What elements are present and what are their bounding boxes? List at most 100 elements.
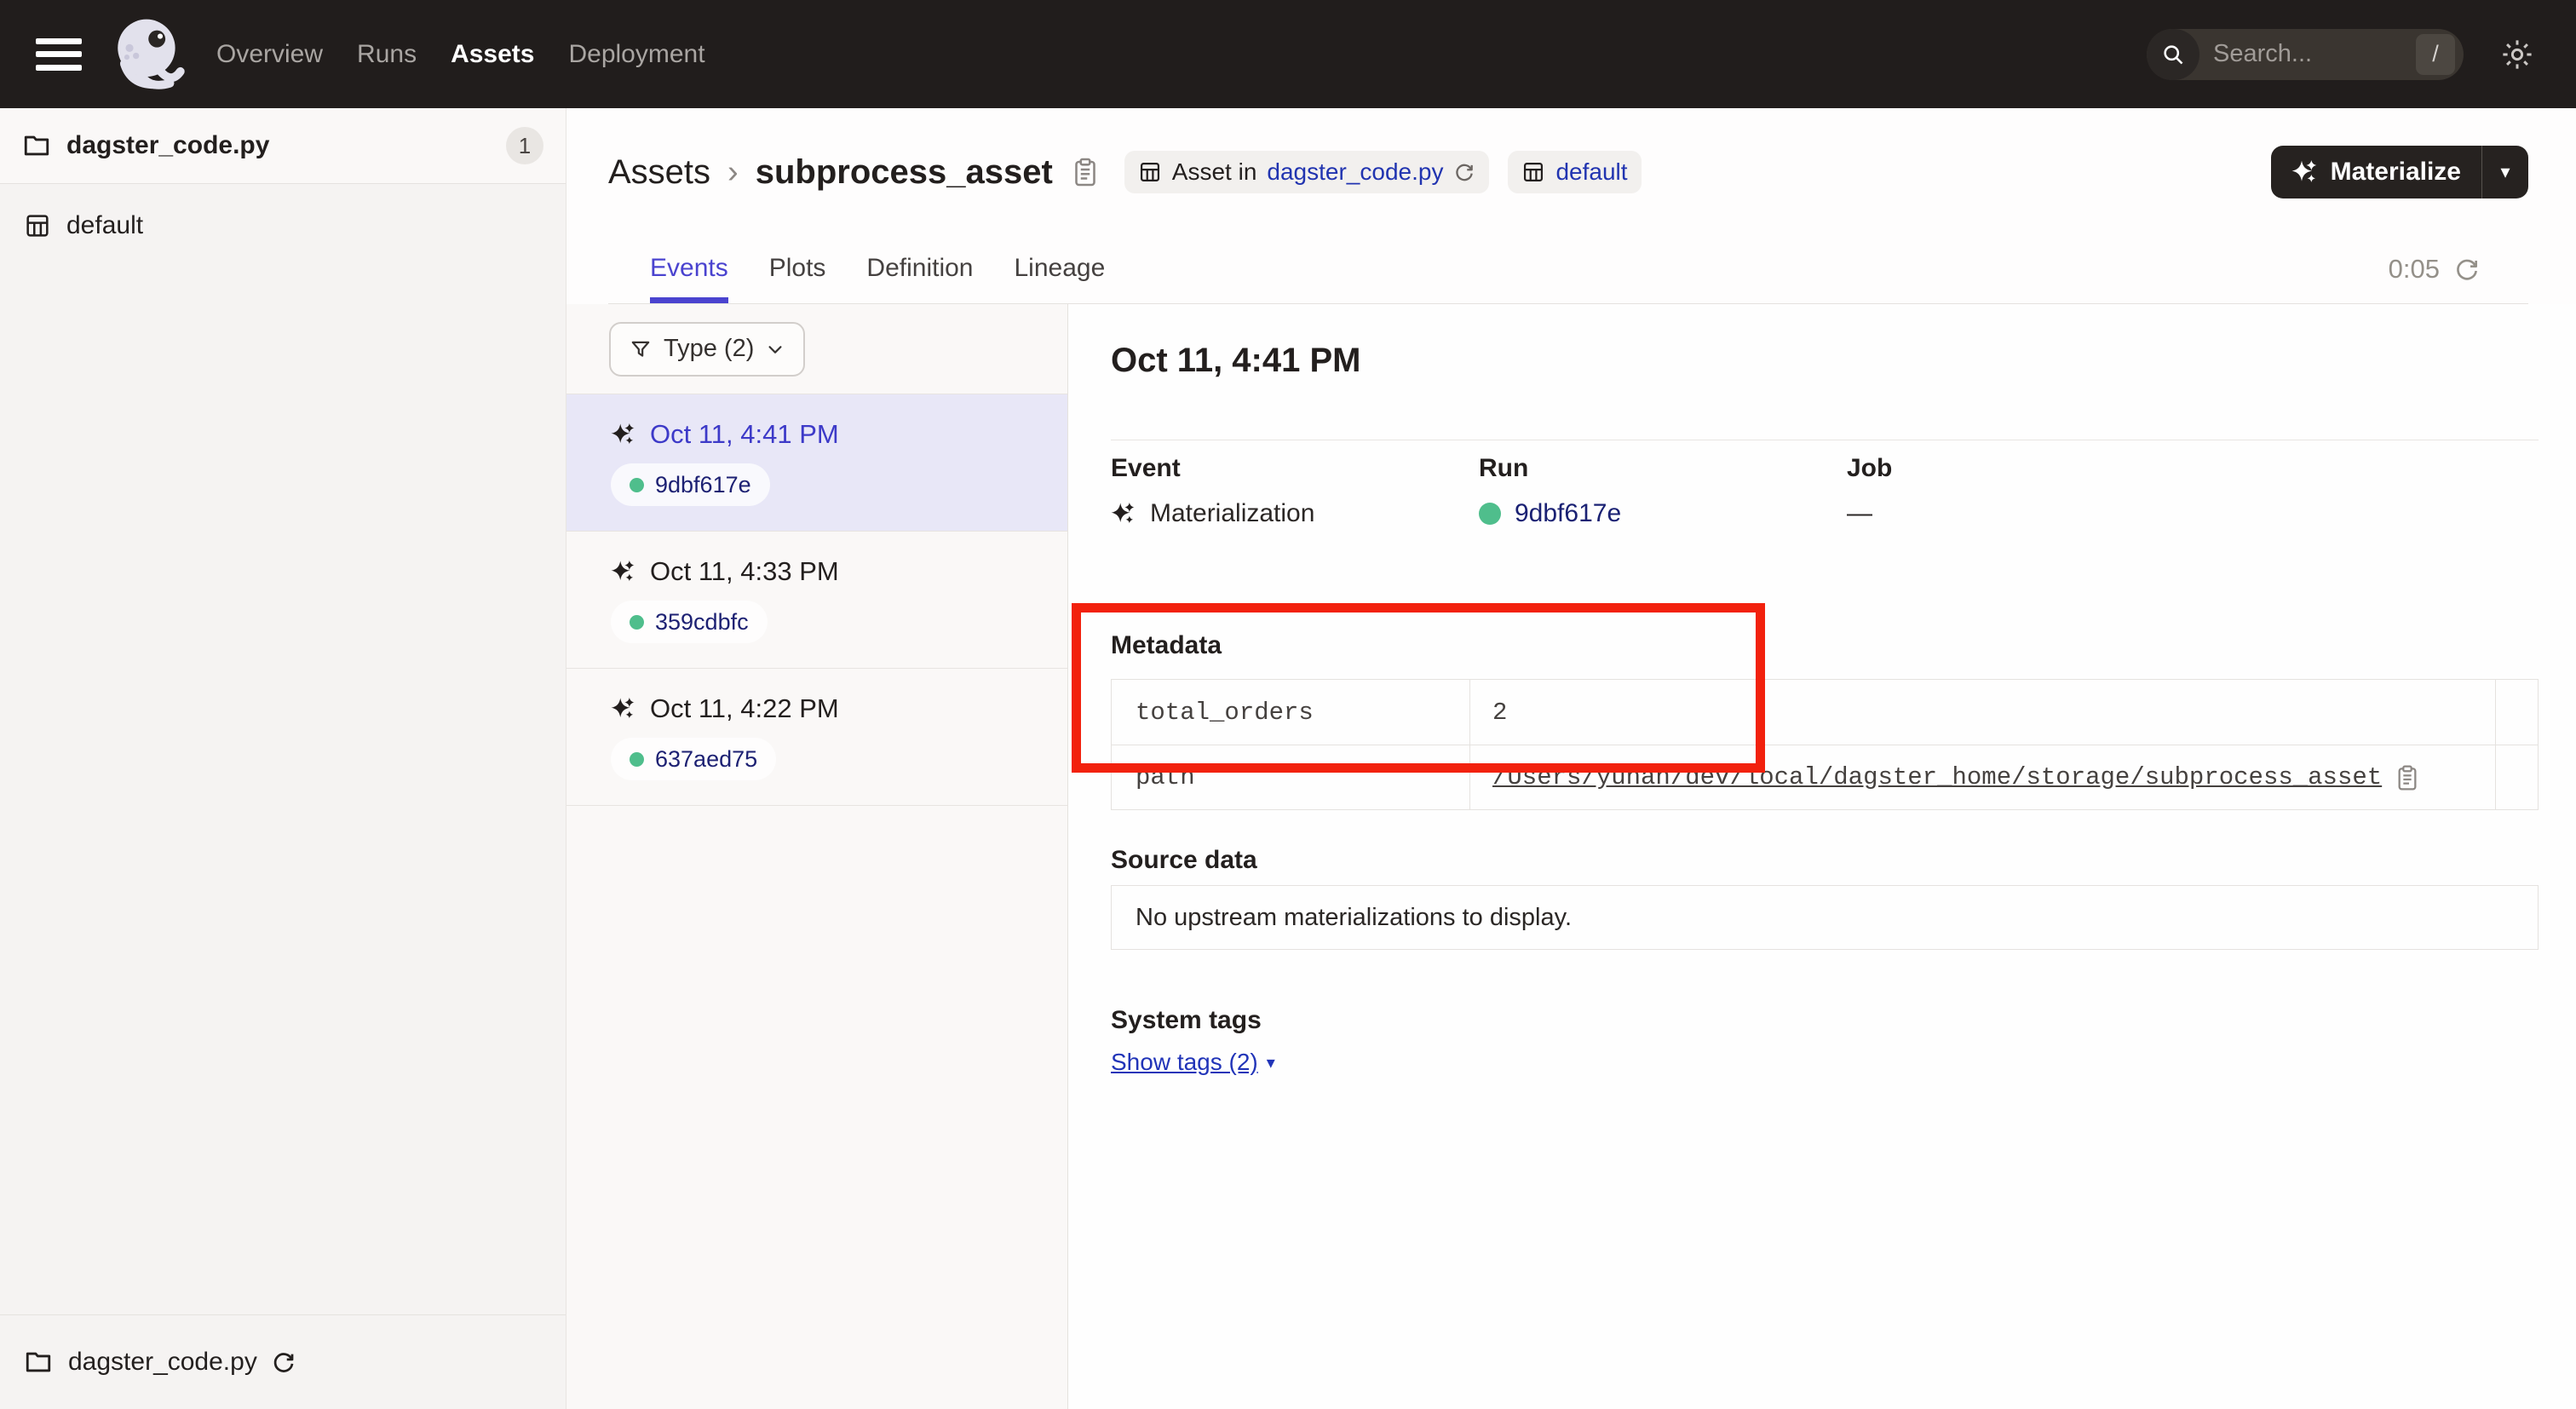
- event-list-item[interactable]: Oct 11, 4:22 PM 637aed75: [566, 669, 1067, 806]
- dagster-logo-icon[interactable]: [107, 13, 191, 96]
- type-filter-button[interactable]: Type (2): [609, 322, 805, 377]
- group-label: default: [66, 211, 143, 240]
- source-data-empty-message: No upstream materializations to display.: [1136, 904, 1572, 932]
- event-timestamp: Oct 11, 4:22 PM: [650, 693, 839, 724]
- badge-group-default[interactable]: default: [1508, 151, 1641, 193]
- run-success-dot: [630, 752, 644, 767]
- type-filter-label: Type (2): [664, 335, 754, 363]
- refresh-elapsed-time: 0:05: [2389, 254, 2440, 285]
- settings-gear-icon[interactable]: [2499, 37, 2535, 72]
- badge-group-link[interactable]: default: [1555, 158, 1627, 186]
- nav-item-runs[interactable]: Runs: [357, 40, 417, 69]
- materialize-label: Materialize: [2331, 158, 2461, 187]
- run-id-pill[interactable]: 359cdbfc: [611, 601, 768, 643]
- job-value: —: [1847, 499, 1872, 528]
- event-detail-heading: Oct 11, 4:41 PM: [1111, 342, 2539, 380]
- asset-count-badge: 1: [506, 127, 543, 164]
- run-id: 9dbf617e: [655, 472, 751, 498]
- search-icon: [2147, 29, 2199, 80]
- asset-groups-sidebar: dagster_code.py 1 default dagster_code.p…: [0, 108, 566, 1409]
- table-row: path /Users/yuhan/dev/local/dagster_home…: [1112, 745, 2538, 809]
- hamburger-menu-icon[interactable]: [36, 38, 82, 71]
- materialization-sparkle-icon: [611, 696, 636, 722]
- show-tags-toggle[interactable]: Show tags (2) ▾: [1111, 1049, 1275, 1076]
- show-tags-label: Show tags (2): [1111, 1049, 1258, 1076]
- nav-item-assets[interactable]: Assets: [451, 40, 534, 69]
- materialize-split-button: Materialize ▾: [2271, 146, 2528, 198]
- sidebar-item-group-default[interactable]: default: [0, 211, 566, 240]
- run-label: Run: [1479, 454, 1847, 483]
- nav-item-deployment[interactable]: Deployment: [568, 40, 704, 69]
- code-location-label: dagster_code.py: [66, 131, 269, 160]
- badge-code-location-link[interactable]: dagster_code.py: [1267, 158, 1443, 186]
- nav-links: Overview Runs Assets Deployment: [216, 40, 705, 69]
- event-list-item[interactable]: Oct 11, 4:33 PM 359cdbfc: [566, 532, 1067, 669]
- search-shortcut-key: /: [2416, 34, 2455, 75]
- copy-path-icon[interactable]: [2395, 764, 2419, 791]
- metadata-path-link[interactable]: /Users/yuhan/dev/local/dagster_home/stor…: [1492, 763, 2382, 791]
- run-success-dot: [630, 615, 644, 630]
- run-id-pill[interactable]: 9dbf617e: [611, 463, 770, 506]
- sidebar-footer-code-location: dagster_code.py: [0, 1314, 566, 1409]
- copy-asset-name-icon[interactable]: [1072, 157, 1099, 187]
- reload-code-location-icon[interactable]: [271, 1349, 296, 1375]
- materialization-sparkle-icon: [611, 422, 636, 447]
- refresh-icon[interactable]: [2453, 256, 2481, 283]
- badge-asset-in-code-location[interactable]: Asset in dagster_code.py: [1124, 151, 1490, 193]
- search-input[interactable]: [2213, 40, 2375, 68]
- folder-icon: [24, 1348, 53, 1377]
- event-details-panel: Oct 11, 4:41 PM Event Materialization: [1068, 304, 2576, 1409]
- run-success-dot: [630, 478, 644, 492]
- event-label: Event: [1111, 454, 1479, 483]
- asset-page-header: Assets › subprocess_asset: [566, 108, 2576, 304]
- asset-group-icon: [1138, 160, 1162, 184]
- metadata-key: path: [1112, 745, 1469, 809]
- run-id-pill[interactable]: 637aed75: [611, 738, 776, 780]
- system-tags-section-title: System tags: [1111, 1006, 2539, 1035]
- event-type-value: Materialization: [1150, 499, 1314, 528]
- materialization-sparkle-icon: [1111, 501, 1136, 526]
- run-id-link[interactable]: 9dbf617e: [1515, 499, 1621, 528]
- caret-down-icon: ▾: [1267, 1052, 1275, 1073]
- tab-lineage[interactable]: Lineage: [1015, 254, 1106, 303]
- chevron-down-icon: [766, 340, 785, 359]
- metadata-section-title: Metadata: [1111, 631, 2539, 660]
- event-timestamp: Oct 11, 4:41 PM: [650, 419, 839, 450]
- nav-item-overview[interactable]: Overview: [216, 40, 323, 69]
- metadata-key: total_orders: [1112, 680, 1469, 745]
- badge-asset-prefix: Asset in: [1172, 158, 1257, 186]
- asset-group-icon: [1521, 160, 1545, 184]
- tab-definition[interactable]: Definition: [866, 254, 973, 303]
- top-nav: Overview Runs Assets Deployment /: [0, 0, 2576, 108]
- materialize-dropdown-caret[interactable]: ▾: [2482, 146, 2528, 198]
- events-list-panel: Type (2) Oct 11, 4:41 PM: [566, 304, 1068, 1409]
- breadcrumb-separator: ›: [727, 154, 739, 191]
- filter-funnel-icon: [630, 338, 652, 360]
- search-box[interactable]: /: [2147, 29, 2464, 80]
- job-label: Job: [1847, 454, 2539, 483]
- source-data-empty-box: No upstream materializations to display.: [1111, 885, 2539, 950]
- run-id: 637aed75: [655, 746, 757, 773]
- asset-group-icon: [24, 212, 51, 239]
- run-id: 359cdbfc: [655, 609, 749, 635]
- metadata-value: 2: [1469, 680, 2495, 745]
- asset-tabs: Events Plots Definition Lineage 0:05: [608, 224, 2528, 304]
- event-timestamp: Oct 11, 4:33 PM: [650, 556, 839, 587]
- metadata-actions-cell: [2495, 745, 2538, 809]
- run-success-dot: [1479, 503, 1501, 525]
- materialize-sparkle-icon: [2291, 158, 2319, 186]
- folder-icon: [22, 131, 51, 160]
- breadcrumb-assets-link[interactable]: Assets: [608, 153, 710, 192]
- materialization-sparkle-icon: [611, 559, 636, 584]
- sidebar-item-code-location[interactable]: dagster_code.py 1: [0, 108, 566, 184]
- footer-code-location-label: dagster_code.py: [68, 1348, 257, 1377]
- event-list-item[interactable]: Oct 11, 4:41 PM 9dbf617e: [566, 394, 1067, 532]
- metadata-table: total_orders 2 path /Users/yuhan/dev/loc…: [1111, 679, 2539, 810]
- badge-reload-icon[interactable]: [1453, 161, 1475, 183]
- materialize-button[interactable]: Materialize: [2271, 146, 2481, 198]
- source-data-section-title: Source data: [1111, 846, 2539, 875]
- metadata-actions-cell: [2495, 680, 2538, 745]
- tab-events[interactable]: Events: [650, 254, 728, 303]
- tab-plots[interactable]: Plots: [769, 254, 826, 303]
- table-row: total_orders 2: [1112, 680, 2538, 745]
